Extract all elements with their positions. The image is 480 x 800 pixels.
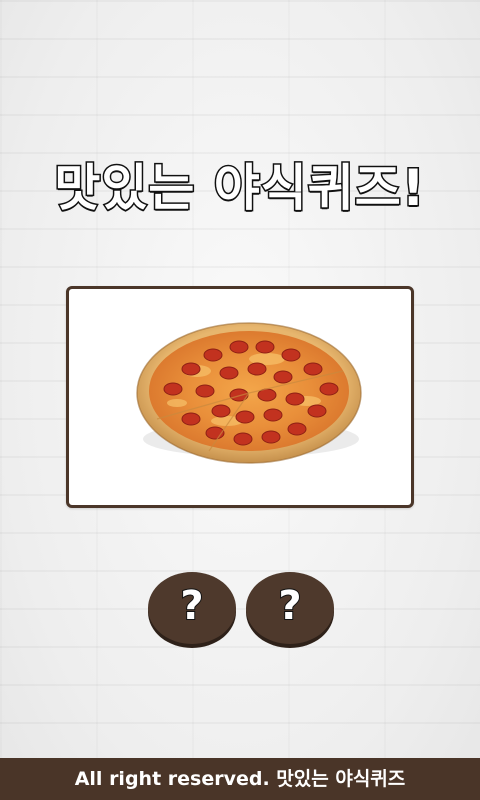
question-mark-icon: ? bbox=[179, 582, 204, 630]
question-mark-icon: ? bbox=[277, 582, 302, 630]
pizza-icon bbox=[136, 322, 362, 464]
quiz-picture-frame bbox=[66, 286, 414, 508]
answer-button-1[interactable]: ? bbox=[148, 572, 236, 644]
answer-button-2[interactable]: ? bbox=[246, 572, 334, 644]
copyright-text: All right reserved. 맛있는 야식퀴즈 bbox=[74, 768, 406, 790]
game-title: 맛있는 야식퀴즈! bbox=[53, 158, 426, 219]
footer-bar: All right reserved. 맛있는 야식퀴즈 bbox=[0, 758, 480, 800]
answer-options: ? ? bbox=[0, 572, 480, 648]
pepperoni-pizza-image bbox=[117, 311, 383, 477]
